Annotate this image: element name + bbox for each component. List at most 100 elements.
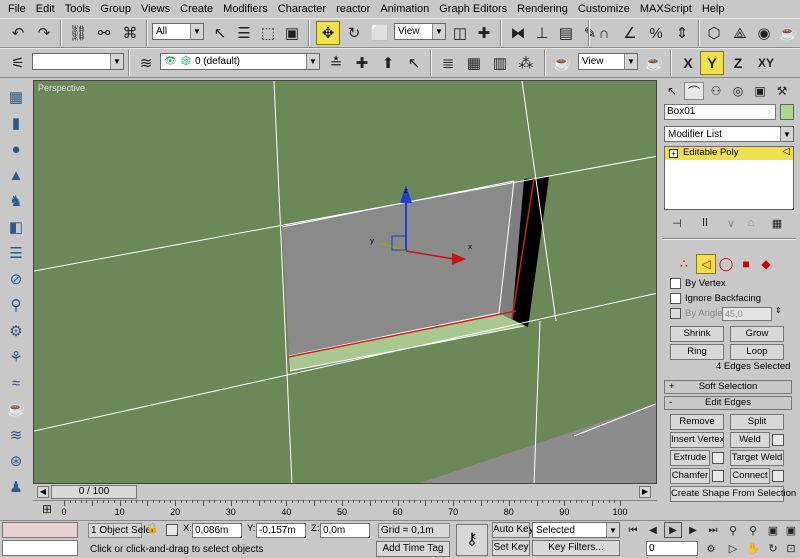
vertex-subobject-icon[interactable]: ∴ [674, 254, 694, 274]
select-link-icon[interactable]: ⛓ [66, 21, 90, 45]
edge-subobject-icon[interactable]: ◁ [696, 254, 716, 274]
menu-edit[interactable]: Edit [31, 0, 60, 18]
menu-create[interactable]: Create [175, 0, 218, 18]
named-selection-icon[interactable]: ⬡ [702, 21, 726, 45]
remove-button[interactable]: Remove [670, 414, 724, 430]
key-mode-dropdown[interactable]: Selected ▼ [532, 522, 620, 538]
layer-dropdown[interactable]: 👁 ❄ 0 (default) ▼ [160, 53, 320, 70]
polygon-subobject-icon[interactable]: ■ [736, 254, 756, 274]
menu-reactor[interactable]: reactor [331, 0, 375, 18]
bind-space-warp-icon[interactable]: ⌘ [118, 21, 142, 45]
spinner-icon[interactable]: ⇕ [775, 306, 782, 315]
teapot-icon[interactable]: ☕ [4, 398, 28, 420]
menu-help[interactable]: Help [697, 0, 730, 18]
render-icon[interactable]: ☕ [776, 21, 800, 45]
prev-frame-arrow[interactable]: ◀ [37, 486, 49, 498]
key-filters-button[interactable]: Key Filters... [532, 540, 620, 556]
axis-x-button[interactable]: X [676, 51, 700, 75]
create-shape-button[interactable]: Create Shape From Selection [670, 486, 796, 502]
x-coordinate-field[interactable]: 0,086m [192, 523, 242, 538]
shrink-button[interactable]: Shrink [670, 326, 724, 342]
by-angle-checkbox[interactable] [670, 308, 681, 319]
add-to-layer-icon[interactable]: ✚ [350, 51, 374, 75]
pin-stack-icon[interactable]: ⊣ [668, 214, 686, 232]
reference-coordinate-dropdown[interactable]: View ▼ [394, 23, 446, 40]
y-coordinate-field[interactable]: -0,157m [256, 523, 306, 538]
modify-tab-icon[interactable]: ⌒ [684, 82, 704, 100]
menu-customize[interactable]: Customize [573, 0, 635, 18]
element-subobject-icon[interactable]: ◆ [756, 254, 776, 274]
loop-icon[interactable]: ⊛ [4, 450, 28, 472]
select-move-icon[interactable]: ✥ [316, 21, 340, 45]
menu-animation[interactable]: Animation [375, 0, 434, 18]
time-config-icon[interactable]: ⚙ [702, 541, 720, 557]
character-icon[interactable]: ♞ [4, 190, 28, 212]
zoom-all-icon[interactable]: ⚲ [744, 522, 762, 538]
z-coordinate-field[interactable]: 0,0m [320, 523, 370, 538]
box-icon[interactable]: ▦ [4, 86, 28, 108]
set-key-button[interactable]: Set Key [492, 540, 530, 556]
angle-snap-icon[interactable]: ∠ [618, 21, 642, 45]
object-name-field[interactable]: Box01 [664, 104, 776, 120]
auto-key-button[interactable]: Auto Key [492, 522, 534, 538]
menu-tools[interactable]: Tools [60, 0, 96, 18]
zoom-icon[interactable]: ⚲ [724, 522, 742, 538]
cylinder-icon[interactable]: ▮ [4, 112, 28, 134]
mirror-icon[interactable]: ⧓ [506, 21, 530, 45]
create-layer-icon[interactable]: ≛ [324, 51, 348, 75]
go-to-end-icon[interactable]: ⏭ [704, 522, 722, 538]
named-sets-icon[interactable]: ⚟ [6, 51, 30, 75]
split-button[interactable]: Split [730, 414, 784, 430]
create-tab-icon[interactable]: ↖ [662, 82, 682, 100]
gear-icon[interactable]: ⚙ [4, 320, 28, 342]
cone-icon[interactable]: ▲ [4, 164, 28, 186]
border-subobject-icon[interactable]: ◯ [716, 254, 736, 274]
material-editor-icon[interactable]: ◉ [752, 21, 776, 45]
next-frame-icon[interactable]: ▶ [684, 522, 702, 538]
align-icon[interactable]: ⊥ [530, 21, 554, 45]
extrude-button[interactable]: Extrude [670, 450, 710, 466]
ring-button[interactable]: Ring [670, 344, 724, 360]
by-vertex-checkbox[interactable] [670, 278, 681, 289]
bone-icon[interactable]: ⚲ [4, 294, 28, 316]
loop-button[interactable]: Loop [730, 344, 784, 360]
modifier-list-dropdown[interactable]: Modifier List ▼ [664, 126, 794, 142]
extrude-settings-button[interactable] [712, 452, 724, 464]
set-current-layer-icon[interactable]: ↖ [402, 51, 426, 75]
soft-selection-rollout[interactable]: + Soft Selection [664, 380, 792, 394]
target-weld-button[interactable]: Target Weld [730, 450, 784, 466]
time-slider[interactable]: 0 / 100 [51, 485, 137, 499]
quick-render-icon[interactable]: ☕ [642, 51, 666, 75]
layer-manager-icon[interactable]: ▤ [554, 21, 578, 45]
previous-frame-icon[interactable]: ◀ [644, 522, 662, 538]
lock-icon[interactable]: 🔒 [146, 523, 158, 534]
axis-xy-button[interactable]: XY [752, 51, 780, 75]
key-icon[interactable]: ⚷ [456, 524, 488, 556]
current-frame-field[interactable]: 0 [646, 541, 698, 556]
select-object-icon[interactable]: ↖ [208, 21, 232, 45]
select-by-name-icon[interactable]: ☰ [232, 21, 256, 45]
angle-value-field[interactable]: 45,0 [722, 307, 772, 321]
menu-rendering[interactable]: Rendering [512, 0, 573, 18]
connect-button[interactable]: Connect [730, 468, 770, 484]
biped-icon[interactable]: ♟ [4, 476, 28, 498]
expand-icon[interactable]: + [669, 149, 678, 158]
axis-y-button[interactable]: Y [700, 51, 724, 75]
display-tab-icon[interactable]: ▣ [750, 82, 770, 100]
select-scale-icon[interactable]: ⬜ [368, 21, 392, 45]
wave-icon[interactable]: ≋ [4, 424, 28, 446]
spring-icon[interactable]: ≈ [4, 372, 28, 394]
weld-button[interactable]: Weld [730, 432, 770, 448]
selection-filter-dropdown[interactable]: All ▼ [152, 23, 204, 40]
menu-group[interactable]: Group [95, 0, 136, 18]
rectangle-selection-icon[interactable]: ⬚ [256, 21, 280, 45]
pan-icon[interactable]: ✋ [744, 540, 762, 556]
motion-tab-icon[interactable]: ◎ [728, 82, 748, 100]
schematic-view-icon[interactable]: ▦ [462, 51, 486, 75]
ignore-backfacing-checkbox[interactable] [670, 293, 681, 304]
tube-icon[interactable]: ⊘ [4, 268, 28, 290]
undo-icon[interactable]: ↶ [6, 21, 30, 45]
arc-rotate-icon[interactable]: ↻ [764, 540, 782, 556]
edit-edges-rollout[interactable]: - Edit Edges [664, 396, 792, 410]
insert-vertex-button[interactable]: Insert Vertex [670, 432, 724, 448]
